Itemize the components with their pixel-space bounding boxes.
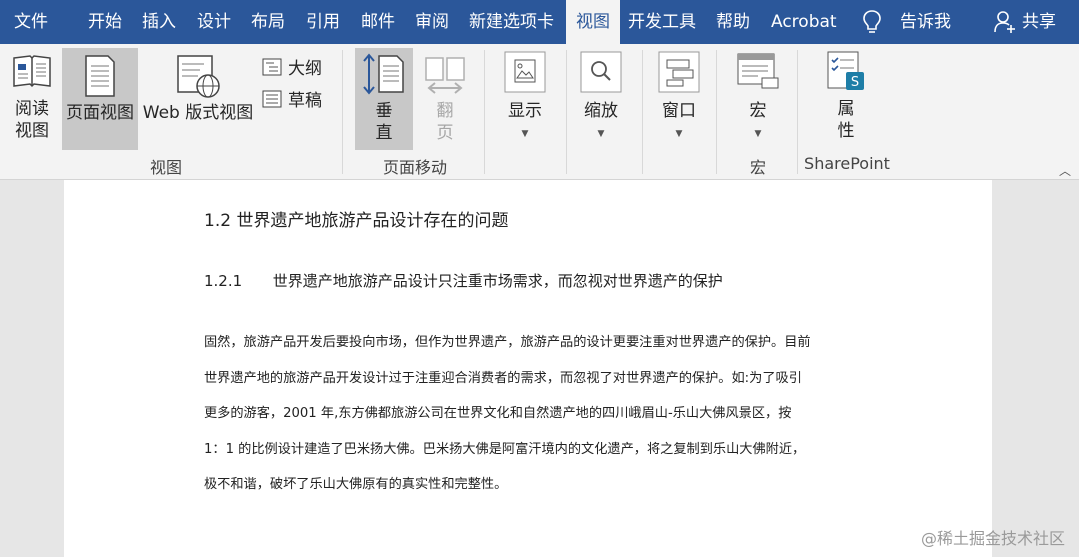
print-layout-label: 页面视图	[66, 103, 134, 123]
show-label: 显示	[508, 101, 542, 121]
vertical-label-2: 直	[375, 123, 393, 143]
tab-review[interactable]: 审阅	[415, 0, 449, 44]
vertical-scroll-icon	[363, 53, 404, 95]
document-page[interactable]: 1.2 世界遗产地旅游产品设计存在的问题 1.2.1 世界遗产地旅游产品设计只注…	[64, 180, 992, 557]
tab-view[interactable]: 视图	[566, 0, 620, 44]
macros-label: 宏	[749, 101, 767, 121]
draft-icon	[262, 90, 282, 107]
zoom-label: 缩放	[584, 101, 618, 121]
paragraph-line: 更多的游客，2001 年,东方佛都旅游公司在世界文化和自然遗产地的四川峨眉山-乐…	[204, 406, 792, 421]
share-button[interactable]: 共享	[1022, 0, 1056, 44]
read-mode-label-2: 视图	[15, 121, 49, 141]
chevron-down-icon: ▼	[597, 129, 605, 139]
read-mode-button[interactable]: 阅读 视图	[6, 50, 58, 150]
svg-text:S: S	[851, 75, 859, 90]
tell-me-search[interactable]: 告诉我	[900, 0, 951, 44]
collapse-ribbon-icon[interactable]: ︿	[1059, 162, 1071, 179]
side-to-side-label-2: 页	[436, 123, 454, 143]
tab-layout[interactable]: 布局	[251, 0, 285, 44]
chevron-down-icon: ▼	[521, 129, 529, 139]
side-to-side-icon	[425, 57, 465, 94]
paragraph-line: 固然，旅游产品开发后要投向市场，但作为世界遗产，旅游产品的设计更要注重对世界遗产…	[204, 335, 811, 350]
outline-button[interactable]: 大纲	[262, 54, 322, 79]
zoom-button[interactable]: 缩放 ▼	[572, 50, 630, 150]
vertical-button[interactable]: 垂 直	[355, 48, 413, 150]
properties-label-2: 性	[837, 121, 855, 141]
group-label-macros: 宏	[749, 158, 766, 177]
group-separator	[566, 50, 567, 174]
tab-insert[interactable]: 插入	[142, 0, 176, 44]
vertical-label-1: 垂	[375, 101, 393, 121]
heading-3: 1.2.1 世界遗产地旅游产品设计只注重市场需求，而忽视对世界遗产的保护	[204, 270, 723, 291]
web-layout-label: Web 版式视图	[142, 103, 254, 123]
share-person-icon[interactable]	[994, 0, 1016, 44]
outline-label: 大纲	[288, 59, 322, 79]
properties-button[interactable]: S 属 性	[814, 50, 878, 150]
tab-developer[interactable]: 开发工具	[628, 0, 696, 44]
properties-label-1: 属	[837, 99, 855, 119]
heading-2: 1.2 世界遗产地旅游产品设计存在的问题	[204, 211, 509, 231]
tab-acrobat[interactable]: Acrobat	[771, 0, 837, 44]
body-paragraph: 固然，旅游产品开发后要投向市场，但作为世界遗产，旅游产品的设计更要注重对世界遗产…	[204, 325, 864, 503]
group-label-views: 视图	[149, 158, 182, 177]
group-label-page-movement: 页面移动	[382, 158, 447, 177]
group-separator	[642, 50, 643, 174]
ribbon-view: 阅读 视图 页面视图 Web 版式视图 大纲 草稿 视图 垂 直 翻 页 页面移…	[0, 44, 1079, 180]
ribbon-tab-bar: 文件 开始 插入 设计 布局 引用 邮件 审阅 新建选项卡 视图 开发工具 帮助…	[0, 0, 1079, 44]
read-mode-label-1: 阅读	[15, 99, 49, 119]
group-separator	[342, 50, 343, 174]
chevron-down-icon: ▼	[754, 129, 762, 139]
paragraph-line: 世界遗产地的旅游产品开发设计过于注重迎合消费者的需求，而忽视了对世界遗产的保护。…	[204, 370, 802, 386]
window-icon	[658, 51, 700, 93]
sharepoint-properties-icon: S	[827, 51, 864, 90]
lightbulb-icon[interactable]	[862, 0, 882, 44]
tab-mailings[interactable]: 邮件	[361, 0, 395, 44]
group-separator	[716, 50, 717, 174]
group-separator	[484, 50, 485, 174]
tab-home[interactable]: 开始	[88, 0, 122, 44]
show-icon	[504, 51, 546, 93]
show-button[interactable]: 显示 ▼	[494, 50, 556, 150]
group-separator	[797, 50, 798, 174]
tab-new-tab[interactable]: 新建选项卡	[469, 0, 554, 44]
window-label: 窗口	[662, 101, 696, 121]
magnifier-icon	[580, 51, 622, 93]
watermark: @稀土掘金技术社区	[920, 529, 1065, 548]
side-to-side-label-1: 翻	[436, 101, 454, 121]
draft-button[interactable]: 草稿	[262, 86, 322, 111]
tab-design[interactable]: 设计	[197, 0, 231, 44]
book-icon	[13, 55, 51, 88]
window-button[interactable]: 窗口 ▼	[650, 50, 708, 150]
page-icon	[85, 55, 115, 97]
paragraph-line: 极不和谐，破坏了乐山大佛原有的真实性和完整性。	[204, 477, 508, 492]
heading-3-number: 1.2.1	[204, 272, 243, 290]
group-label-sharepoint: SharePoint	[804, 154, 890, 173]
side-to-side-button[interactable]: 翻 页	[416, 48, 474, 150]
draft-label: 草稿	[288, 91, 322, 111]
print-layout-button[interactable]: 页面视图	[62, 48, 138, 150]
web-layout-button[interactable]: Web 版式视图	[142, 48, 254, 150]
paragraph-line: 1：1 的比例设计建造了巴米扬大佛。巴米扬大佛是阿富汗境内的文化遗产，将之复制到…	[204, 441, 806, 457]
tab-file[interactable]: 文件	[14, 0, 48, 44]
tab-references[interactable]: 引用	[306, 0, 340, 44]
macro-icon	[737, 53, 779, 89]
macros-button[interactable]: 宏 ▼	[728, 50, 788, 150]
heading-3-text: 世界遗产地旅游产品设计只注重市场需求，而忽视对世界遗产的保护	[272, 272, 723, 290]
chevron-down-icon: ▼	[675, 129, 683, 139]
document-area: 1.2 世界遗产地旅游产品设计存在的问题 1.2.1 世界遗产地旅游产品设计只注…	[0, 180, 1079, 557]
outline-icon	[262, 58, 282, 75]
tab-help[interactable]: 帮助	[716, 0, 750, 44]
web-layout-icon	[177, 55, 220, 98]
